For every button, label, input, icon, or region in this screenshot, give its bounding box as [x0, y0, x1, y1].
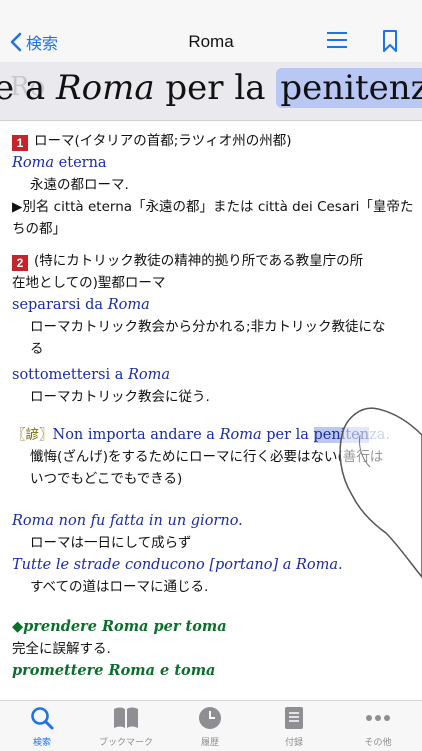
idiom: ◆prendere Roma per toma — [12, 618, 227, 635]
bookmark-icon[interactable] — [382, 30, 398, 52]
note-continued: ちの都」 — [12, 221, 66, 237]
sense-2-continued: 在地としての)聖都ローマ — [12, 275, 166, 291]
proverb-translation: 懺悔(ざんげ)をするためにローマに行く必要はない(善行は — [30, 449, 384, 465]
example-translation: 永遠の都ローマ. — [30, 177, 129, 193]
magnifier-text: e a Roma per la penitenza. — [0, 68, 422, 108]
proverb: 〖諺〗Non importa andare a Roma per la peni… — [12, 427, 391, 443]
tab-bar: 検索 ブックマーク 履歴 付録 その他 — [0, 700, 422, 751]
tab-more[interactable]: その他 — [336, 705, 420, 748]
example: Tutte le strade conducono [portano] a Ro… — [12, 557, 343, 573]
example-translation-continued: る — [30, 341, 44, 357]
text-selection[interactable]: peniten — [313, 427, 370, 443]
list-icon[interactable] — [326, 30, 348, 50]
proverb-translation-continued: いつでもどこでもできる) — [30, 471, 183, 487]
example: sottomettersi a Roma — [12, 367, 171, 383]
page-title: Roma — [188, 32, 234, 51]
tab-search[interactable]: 検索 — [0, 705, 84, 748]
example: separarsi da Roma — [12, 297, 150, 313]
proverb-mark: 〖諺〗 — [12, 427, 53, 443]
dictionary-entry: 1 ローマ(イタリアの首都;ラツィオ州の州都) Roma eterna 永遠の都ロ… — [12, 130, 416, 682]
example: Roma non fu fatta in un giorno. — [12, 513, 243, 529]
sense-1: 1 ローマ(イタリアの首都;ラツィオ州の州都) — [12, 130, 416, 152]
example-translation: ローマカトリック教会から分かれる;非カトリック教徒にな — [30, 319, 386, 335]
magnifier-loupe: Ro e a Roma per la penitenza. — [0, 62, 422, 121]
clock-icon — [199, 707, 221, 729]
appendix-icon — [285, 707, 303, 729]
idiom-translation: 完全に誤解する. — [12, 641, 111, 657]
tab-history[interactable]: 履歴 — [168, 705, 252, 748]
magnifier-selection: penitenza — [276, 68, 422, 108]
example-translation: すべての道はローマに通じる. — [30, 579, 209, 595]
sense-number: 2 — [12, 255, 28, 271]
navigation-bar: 検索 Roma — [0, 0, 422, 63]
tab-appendix[interactable]: 付録 — [252, 705, 336, 748]
note: ▶別名 città eterna「永遠の都」または città dei Cesa… — [12, 199, 414, 215]
example-translation: ローマは一日にして成らず — [30, 535, 192, 551]
search-icon — [31, 707, 54, 730]
sense-number: 1 — [12, 135, 28, 151]
idiom: promettere Roma e toma — [12, 662, 216, 679]
book-icon — [114, 707, 138, 728]
sense-2: 2 (特にカトリック教徒の精神的拠り所である教皇庁の所 — [12, 250, 416, 272]
example-translation: ローマカトリック教会に従う. — [30, 389, 210, 405]
tab-bookmarks[interactable]: ブックマーク — [84, 705, 168, 748]
more-icon — [366, 715, 390, 721]
example: Roma eterna — [12, 155, 107, 171]
